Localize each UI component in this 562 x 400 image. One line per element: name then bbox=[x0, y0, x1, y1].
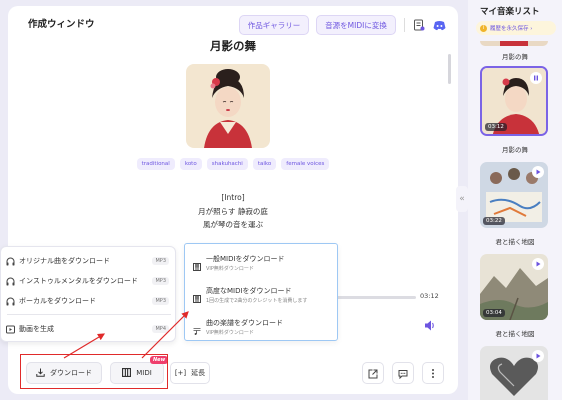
collapse-panel-button[interactable]: « bbox=[456, 186, 468, 212]
song-item-title[interactable]: 月影の舞 bbox=[470, 144, 560, 154]
panel-title: マイ音楽リスト bbox=[480, 7, 540, 17]
song-item-title[interactable]: 君と描く地図 bbox=[470, 328, 560, 338]
song-item-title[interactable]: 君と描く地図 bbox=[470, 236, 560, 246]
song-item-duration: 03:04 bbox=[483, 309, 505, 317]
play-icon[interactable] bbox=[532, 166, 544, 178]
song-item-duration: 03:22 bbox=[483, 217, 505, 225]
notice-text: 履歴を永久保存 › bbox=[490, 26, 533, 32]
song-thumbnail[interactable]: 03:22 bbox=[480, 162, 548, 228]
song-thumbnail[interactable] bbox=[480, 36, 548, 46]
song-item-title[interactable]: 月影の舞 bbox=[470, 51, 560, 61]
song-thumbnail[interactable]: 03:04 bbox=[480, 254, 548, 320]
song-thumbnail-selected[interactable]: 03:12 bbox=[480, 66, 548, 136]
song-item-duration: 03:12 bbox=[485, 123, 507, 131]
pause-icon[interactable] bbox=[530, 72, 542, 84]
info-icon: i bbox=[480, 24, 487, 32]
song-thumbnail[interactable] bbox=[480, 346, 548, 400]
play-icon[interactable] bbox=[532, 258, 544, 270]
save-history-notice[interactable]: i 履歴を永久保存 › bbox=[476, 21, 556, 35]
play-icon[interactable] bbox=[532, 350, 544, 362]
